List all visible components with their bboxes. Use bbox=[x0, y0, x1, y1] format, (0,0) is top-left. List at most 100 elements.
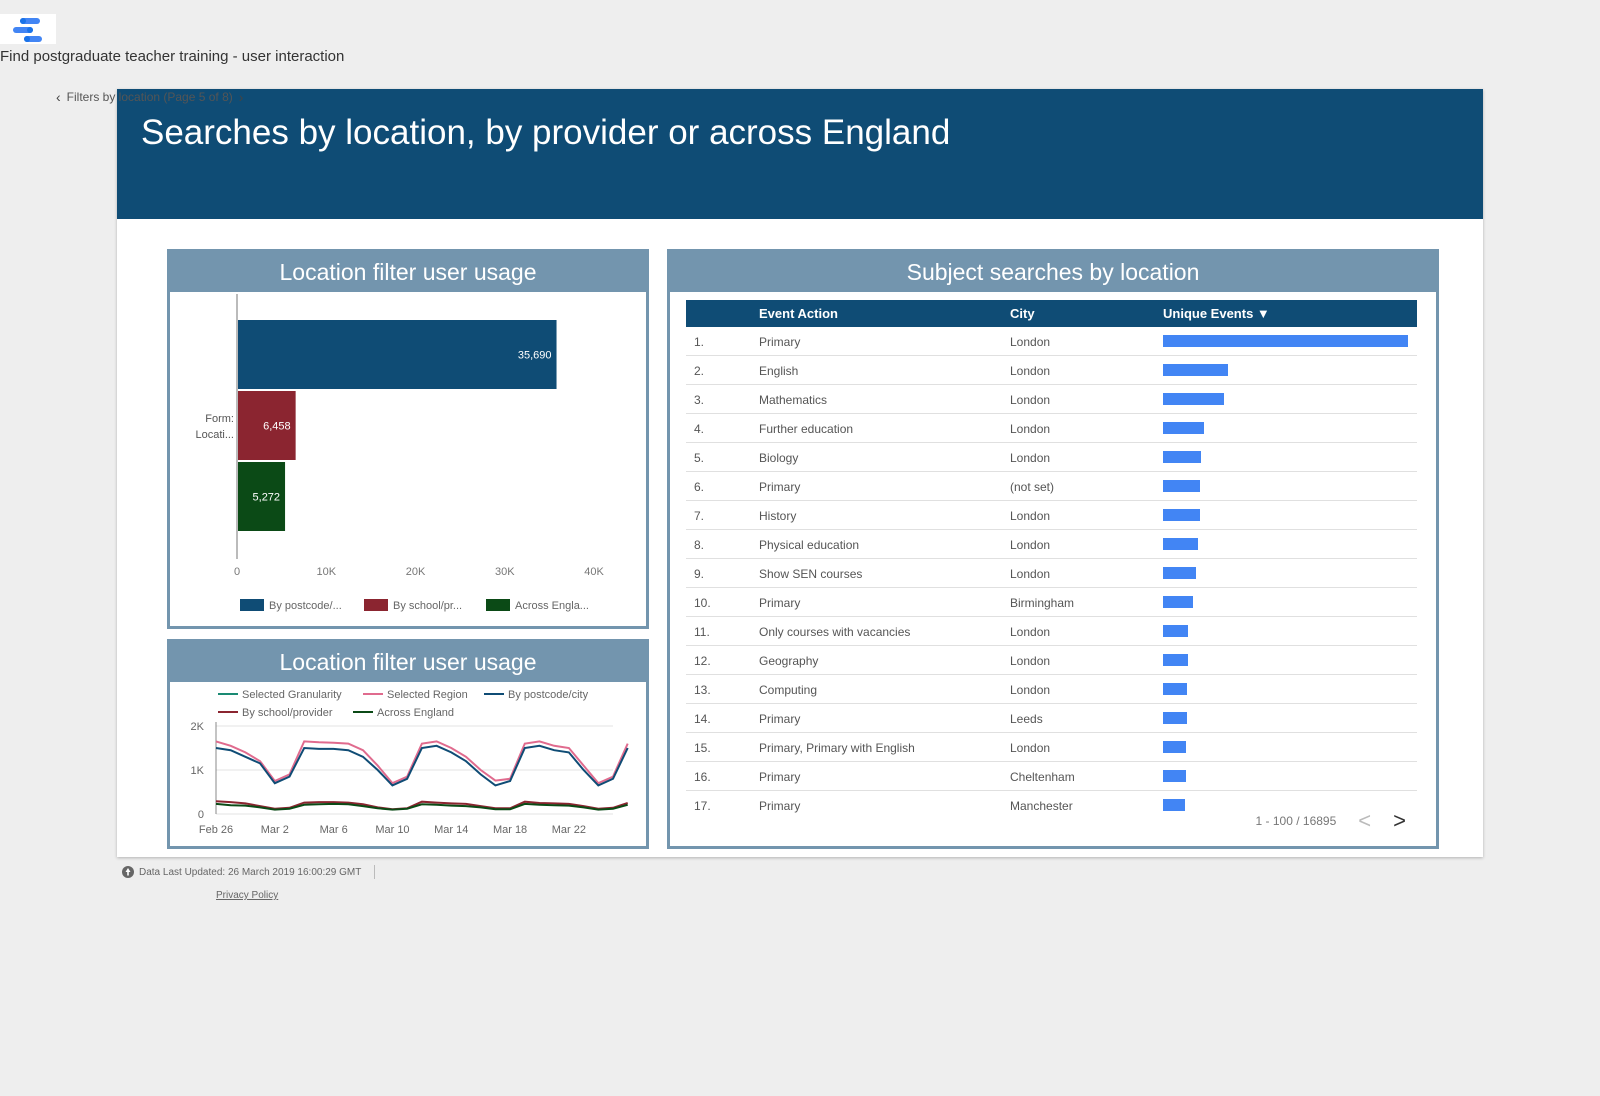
table-row[interactable]: 13. Computing London bbox=[686, 675, 1417, 704]
city-cell: London bbox=[1010, 364, 1051, 378]
unique-events-label: Unique Events bbox=[1163, 306, 1254, 321]
report-banner: Searches by location, by provider or acr… bbox=[117, 89, 1483, 219]
unique-events-bar bbox=[1163, 538, 1198, 550]
chevron-right-icon[interactable]: › bbox=[239, 89, 244, 105]
table-row[interactable]: 8. Physical education London bbox=[686, 530, 1417, 559]
app-logo[interactable] bbox=[0, 14, 56, 44]
city-cell: London bbox=[1010, 741, 1051, 755]
line-chart-x-tick-label: Feb 26 bbox=[199, 824, 233, 836]
table-row[interactable]: 12. Geography London bbox=[686, 646, 1417, 675]
bar-chart-category-label: Locati... bbox=[195, 429, 234, 441]
line-chart-panel: Location filter user usage 0 1K 2K Feb 26 Ma… bbox=[167, 639, 649, 849]
unique-events-bar bbox=[1163, 393, 1224, 405]
line-chart-x-tick-label: Mar 10 bbox=[375, 824, 409, 836]
line-chart-legend-label: Selected Region bbox=[387, 689, 468, 701]
unique-events-bar bbox=[1163, 451, 1201, 463]
city-cell: Cheltenham bbox=[1010, 770, 1075, 784]
row-index: 12. bbox=[694, 654, 711, 668]
privacy-policy-link[interactable]: Privacy Policy bbox=[216, 890, 278, 901]
column-header-unique-events[interactable]: Unique Events ▼ bbox=[1163, 306, 1270, 321]
data-last-updated: Data Last Updated: 26 March 2019 16:00:2… bbox=[122, 865, 376, 879]
bar-chart-legend-swatch bbox=[364, 599, 388, 611]
bar-chart-legend-label: Across Engla... bbox=[515, 600, 589, 612]
bar-chart-legend-label: By school/pr... bbox=[393, 600, 462, 612]
table-body: 1. Primary London 2. English London 3. Mathemat… bbox=[686, 327, 1417, 820]
table-row[interactable]: 9. Show SEN courses London bbox=[686, 559, 1417, 588]
row-index: 9. bbox=[694, 567, 705, 581]
data-studio-logo-icon bbox=[13, 18, 42, 42]
table-row[interactable]: 14. Primary Leeds bbox=[686, 704, 1417, 733]
table-row[interactable]: 15. Primary, Primary with English London bbox=[686, 733, 1417, 762]
bar-chart-data-label: 35,690 bbox=[518, 350, 552, 362]
table-row[interactable]: 4. Further education London bbox=[686, 414, 1417, 443]
table-row[interactable]: 16. Primary Cheltenham bbox=[686, 762, 1417, 791]
city-cell: London bbox=[1010, 625, 1051, 639]
table-row[interactable]: 5. Biology London bbox=[686, 443, 1417, 472]
line-chart-x-tick-label: Mar 18 bbox=[493, 824, 527, 836]
line-chart-legend-label: By school/provider bbox=[242, 707, 333, 719]
bar-chart-x-tick-label: 30K bbox=[495, 566, 515, 578]
unique-events-bar bbox=[1163, 596, 1193, 608]
unique-events-bar bbox=[1163, 480, 1200, 492]
table-row[interactable]: 10. Primary Birmingham bbox=[686, 588, 1417, 617]
row-index: 6. bbox=[694, 480, 705, 494]
city-cell: London bbox=[1010, 654, 1051, 668]
line-chart-x-tick-label: Mar 2 bbox=[261, 824, 289, 836]
next-page-button[interactable]: > bbox=[1393, 808, 1406, 834]
event-action-cell: Primary bbox=[759, 335, 801, 349]
row-index: 3. bbox=[694, 393, 705, 407]
refresh-info-icon bbox=[122, 866, 134, 878]
unique-events-bar bbox=[1163, 770, 1186, 782]
event-action-cell: Primary bbox=[759, 770, 801, 784]
unique-events-bar bbox=[1163, 567, 1196, 579]
table-row[interactable]: 11. Only courses with vacancies London bbox=[686, 617, 1417, 646]
row-index: 15. bbox=[694, 741, 711, 755]
event-action-cell: Further education bbox=[759, 422, 854, 436]
city-cell: Birmingham bbox=[1010, 596, 1075, 610]
event-action-cell: History bbox=[759, 509, 797, 523]
event-action-cell: Primary bbox=[759, 712, 801, 726]
city-cell: London bbox=[1010, 683, 1051, 697]
table-row[interactable]: 7. History London bbox=[686, 501, 1417, 530]
bar-chart[interactable]: Form: Locati... 35,690 6,458 5,272 0 10K 20K 30K… bbox=[170, 292, 646, 625]
line-chart-y-tick-label: 0 bbox=[198, 809, 204, 821]
bar-chart-x-tick-label: 0 bbox=[234, 566, 240, 578]
unique-events-bar bbox=[1163, 422, 1204, 434]
line-chart-legend-label: Selected Granularity bbox=[242, 689, 342, 701]
subject-searches-table: Event Action City Unique Events ▼ 1. Prim… bbox=[686, 300, 1417, 820]
event-action-cell: Physical education bbox=[759, 538, 860, 552]
table-row[interactable]: 6. Primary (not set) bbox=[686, 472, 1417, 501]
table-pager: 1 - 100 / 16895 < > bbox=[1256, 808, 1406, 834]
column-header-event-action[interactable]: Event Action bbox=[759, 306, 838, 321]
table-row[interactable]: 1. Primary London bbox=[686, 327, 1417, 356]
table-row[interactable]: 2. English London bbox=[686, 356, 1417, 385]
line-chart[interactable]: 0 1K 2K Feb 26 Mar 2 Mar 6 Mar 10 Mar 14 Mar 18 M… bbox=[170, 682, 646, 845]
city-cell: Manchester bbox=[1010, 799, 1073, 813]
bar-chart-title: Location filter user usage bbox=[169, 251, 647, 292]
event-action-cell: English bbox=[759, 364, 799, 378]
event-action-cell: Primary bbox=[759, 799, 801, 813]
city-cell: London bbox=[1010, 509, 1051, 523]
event-action-cell: Computing bbox=[759, 683, 818, 697]
previous-page-button[interactable]: < bbox=[1358, 808, 1371, 834]
row-index: 11. bbox=[694, 625, 710, 639]
unique-events-bar bbox=[1163, 364, 1228, 376]
row-index: 7. bbox=[694, 509, 705, 523]
line-chart-y-tick-label: 2K bbox=[191, 721, 205, 733]
bar-chart-panel: Location filter user usage Form: Locati..… bbox=[167, 249, 649, 629]
page-navigator-label[interactable]: Filters by location (Page 5 of 8) bbox=[67, 90, 233, 104]
row-index: 16. bbox=[694, 770, 711, 784]
row-index: 10. bbox=[694, 596, 711, 610]
city-cell: London bbox=[1010, 335, 1051, 349]
bar-chart-data-label: 6,458 bbox=[263, 421, 291, 433]
row-index: 17. bbox=[694, 799, 711, 813]
event-action-cell: Geography bbox=[759, 654, 819, 668]
row-index: 8. bbox=[694, 538, 705, 552]
chevron-left-icon[interactable]: ‹ bbox=[56, 89, 61, 105]
column-header-city[interactable]: City bbox=[1010, 306, 1035, 321]
event-action-cell: Biology bbox=[759, 451, 799, 465]
event-action-cell: Primary, Primary with English bbox=[759, 741, 915, 755]
row-index: 4. bbox=[694, 422, 705, 436]
unique-events-bar bbox=[1163, 509, 1200, 521]
table-row[interactable]: 3. Mathematics London bbox=[686, 385, 1417, 414]
